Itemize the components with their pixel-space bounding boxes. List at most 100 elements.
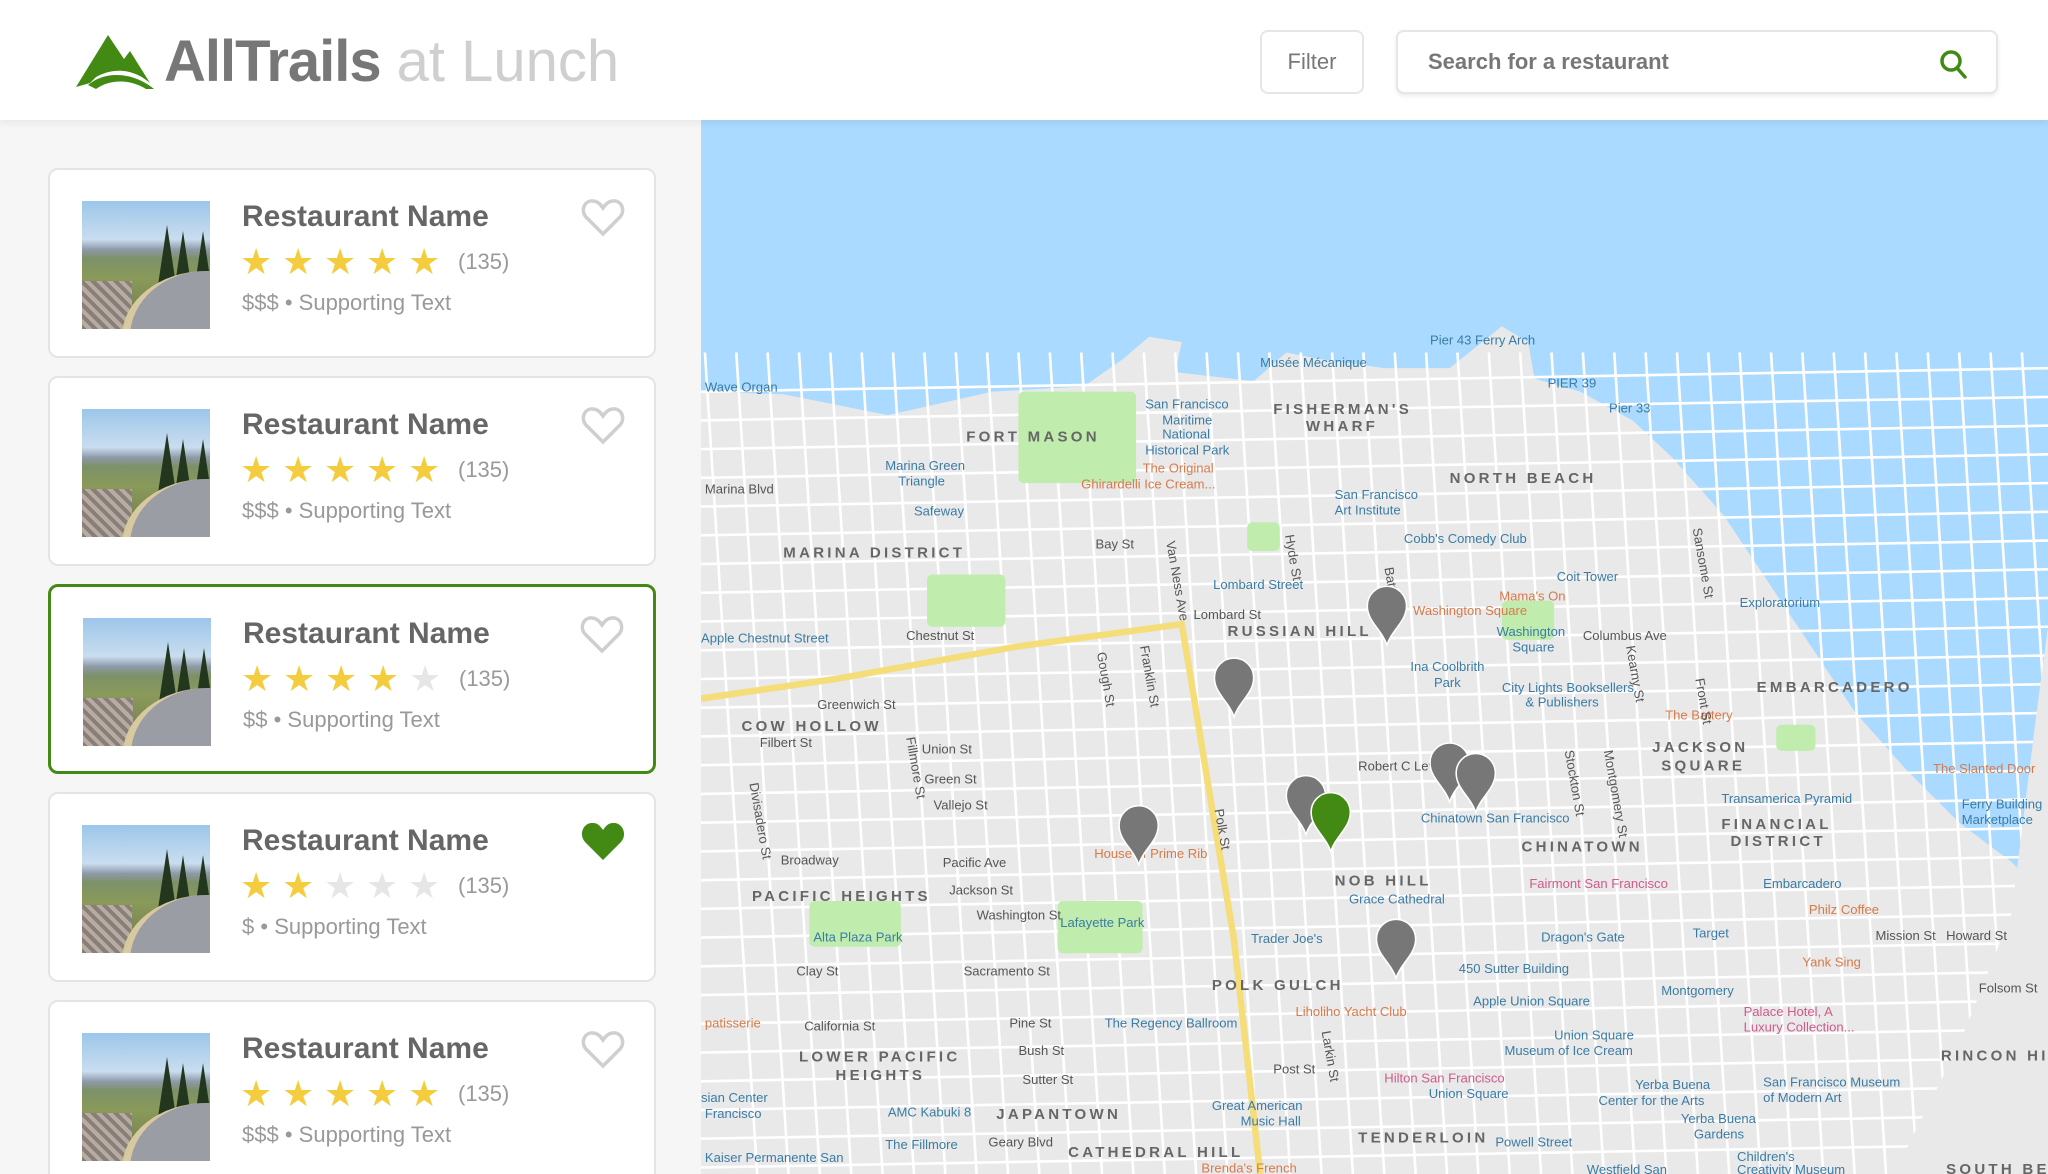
restaurant-name[interactable]: Restaurant Name [242, 824, 489, 858]
place-label: Union Square [1429, 1086, 1509, 1101]
star-icon: ★ [325, 658, 358, 699]
brand-suffix: at Lunch [396, 29, 620, 94]
place-label: Montgomery [1661, 983, 1734, 998]
restaurant-photo [82, 201, 210, 329]
place-label: Ghirardelli Ice Cream... [1081, 476, 1215, 491]
place-label: Chinatown San Francisco [1421, 811, 1570, 826]
rating-stars: ★ ★ ★ ★ ★ (135) [240, 1074, 509, 1114]
place-label: Palace Hotel, A [1744, 1004, 1834, 1019]
place-label: The Slanted Door [1933, 761, 2036, 776]
place-label: Marina Green [885, 458, 965, 473]
heart-outline-icon[interactable] [580, 1028, 626, 1070]
restaurant-name[interactable]: Restaurant Name [242, 1032, 489, 1066]
star-icon: ★ [408, 865, 441, 906]
star-icon: ★ [367, 658, 400, 699]
street-label: Geary Blvd [988, 1135, 1053, 1150]
place-label: Great American [1212, 1098, 1303, 1113]
star-icon: ★ [282, 241, 315, 282]
star-icon: ★ [324, 449, 357, 490]
brand-name: AllTrails [164, 29, 382, 94]
place-label: Square [1512, 640, 1554, 655]
rating-stars: ★ ★ ★ ★ ★ (135) [240, 866, 509, 906]
map[interactable]: FORT MASON FISHERMAN'S WHARF NORTH BEACH MAR… [701, 120, 2048, 1174]
neighborhood-label: NOB HILL [1335, 872, 1432, 889]
place-label: The Regency Ballroom [1105, 1016, 1238, 1031]
supporting-text: Supporting Text [298, 498, 452, 523]
place-label: Art Institute [1335, 502, 1401, 517]
place-label: AMC Kabuki 8 [888, 1105, 971, 1120]
restaurant-photo [82, 409, 210, 537]
heart-filled-icon[interactable] [580, 820, 626, 862]
heart-outline-icon[interactable] [580, 404, 626, 446]
search-icon[interactable] [1938, 48, 1970, 80]
restaurant-card[interactable]: Restaurant Name ★ ★ ★ ★ ★ (135) $$$ • Support… [48, 1000, 656, 1174]
rating-stars: ★ ★ ★ ★ ★ (135) [241, 659, 510, 699]
price-level: $$$ [242, 1122, 279, 1147]
place-label: Apple Chestnut Street [701, 630, 829, 645]
place-label: Grace Cathedral [1349, 892, 1445, 907]
park [1247, 522, 1280, 552]
review-count: (135) [458, 873, 510, 898]
place-label: PIER 39 [1548, 376, 1597, 391]
logo[interactable]: AllTrails at Lunch [74, 28, 619, 95]
restaurant-list[interactable]: Restaurant Name ★ ★ ★ ★ ★ (135) $$$ • Support… [0, 120, 701, 1174]
park [927, 574, 1006, 627]
place-label: Target [1693, 926, 1730, 941]
star-icon: ★ [366, 449, 399, 490]
restaurant-card[interactable]: Restaurant Name ★ ★ ★ ★ ★ (135) $$$ • Support… [48, 376, 656, 566]
place-label: Alta Plaza Park [813, 930, 903, 945]
neighborhood-label: JAPANTOWN [996, 1106, 1121, 1123]
restaurant-card[interactable]: Restaurant Name ★ ★ ★ ★ ★ (135) $$$ • Support… [48, 168, 656, 358]
neighborhood-label: DISTRICT [1731, 833, 1826, 850]
review-count: (135) [459, 666, 511, 691]
filter-button[interactable]: Filter [1260, 30, 1364, 94]
review-count: (135) [458, 249, 510, 274]
review-count: (135) [458, 1081, 510, 1106]
heart-outline-icon[interactable] [580, 196, 626, 238]
place-label: Exploratorium [1740, 595, 1821, 610]
street-label: Bush St [1018, 1043, 1064, 1058]
place-label: Luxury Collection... [1744, 1020, 1855, 1035]
street-label: Pine St [1009, 1016, 1051, 1031]
place-label: Coit Tower [1557, 569, 1619, 584]
street-label: California St [804, 1018, 875, 1033]
restaurant-name[interactable]: Restaurant Name [242, 408, 489, 442]
restaurant-card[interactable]: Restaurant Name ★ ★ ★ ★ ★ (135) $ • Supportin… [48, 792, 656, 982]
neighborhood-label: TENDERLOIN [1358, 1130, 1488, 1147]
price-level: $$ [243, 707, 268, 732]
place-label: Safeway [914, 504, 965, 519]
neighborhood-label: POLK GULCH [1212, 977, 1344, 994]
street-label: Jackson St [949, 883, 1013, 898]
place-label: Apple Union Square [1473, 994, 1590, 1009]
park [1776, 724, 1816, 751]
price-level: $$$ [242, 498, 279, 523]
star-icon: ★ [241, 658, 274, 699]
place-label: Music Hall [1241, 1114, 1301, 1129]
neighborhood-label: FINANCIAL [1721, 816, 1831, 833]
map-canvas[interactable]: FORT MASON FISHERMAN'SWHARF NORTH BEACH MAR… [701, 120, 2048, 1174]
restaurant-card[interactable]: Restaurant Name ★ ★ ★ ★ ★ (135) $$ • Supporti… [48, 584, 656, 774]
place-label: Gardens [1694, 1127, 1745, 1142]
street-label: Chestnut St [906, 628, 975, 643]
place-label: Yerba Buena [1681, 1111, 1757, 1126]
restaurant-name[interactable]: Restaurant Name [242, 200, 489, 234]
neighborhood-label: SOUTH BE [1946, 1161, 2048, 1174]
neighborhood-label: CATHEDRAL HILL [1068, 1144, 1243, 1161]
place-label: Mama's On [1499, 589, 1565, 604]
review-count: (135) [458, 457, 510, 482]
restaurant-photo [82, 1033, 210, 1161]
place-label: Museum of Ice Cream [1504, 1043, 1632, 1058]
street-label: Vallejo St [934, 798, 989, 813]
street-label: Howard St [1946, 928, 2007, 943]
star-icon: ★ [409, 658, 442, 699]
search-input[interactable] [1428, 49, 1908, 75]
place-label: San Francisco [1335, 487, 1418, 502]
supporting-line: $$ • Supporting Text [243, 707, 440, 732]
star-icon: ★ [240, 1073, 273, 1114]
supporting-text: Supporting Text [287, 707, 440, 732]
neighborhood-label: CHINATOWN [1521, 838, 1642, 855]
place-label: patisserie [705, 1016, 761, 1031]
place-label: Powell Street [1495, 1135, 1572, 1150]
heart-outline-icon[interactable] [579, 613, 625, 655]
restaurant-name[interactable]: Restaurant Name [243, 617, 490, 651]
